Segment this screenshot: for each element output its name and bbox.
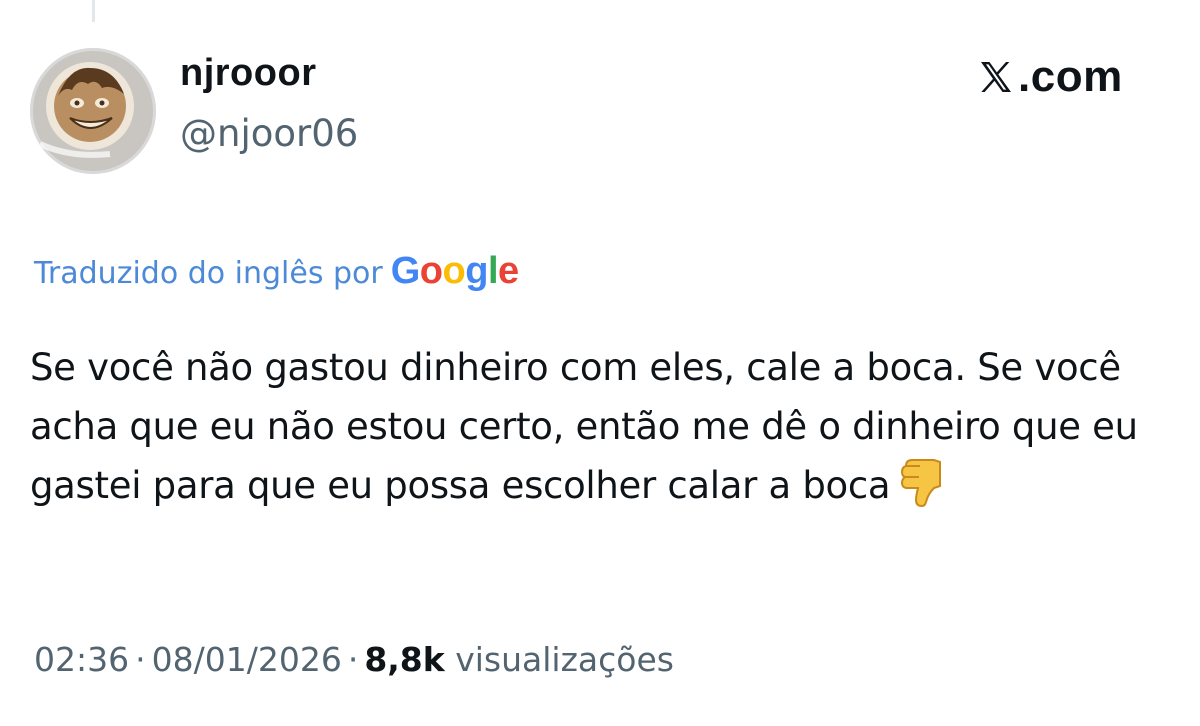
x-brand-logo: .com (976, 52, 1123, 102)
tweet-meta: 02:36 · 08/01/2026 · 8,8k visualizações (34, 640, 674, 679)
tweet-time[interactable]: 02:36 (34, 640, 129, 679)
translation-notice[interactable]: Traduzido do inglês por Google (34, 250, 519, 293)
tweet-text: Se você não gastou dinheiro com eles, ca… (30, 346, 1138, 507)
translation-label: Traduzido do inglês por (34, 256, 383, 291)
x-brand-text: .com (1018, 52, 1123, 101)
views-count: 8,8k (364, 640, 445, 679)
meta-separator: · (135, 640, 146, 679)
author-handle[interactable]: @njoor06 (180, 112, 358, 155)
google-logo: Google (390, 250, 519, 292)
author-display-name[interactable]: njrooor (180, 52, 316, 95)
thumbs-down-emoji-icon (898, 456, 946, 525)
x-logo-icon (981, 62, 1011, 92)
thread-connector-line (92, 0, 95, 22)
meta-separator: · (347, 640, 359, 679)
avatar[interactable] (30, 48, 156, 174)
latte-art-face-avatar-icon (30, 48, 156, 174)
tweet-date[interactable]: 08/01/2026 (152, 640, 342, 679)
views-label: visualizações (455, 640, 674, 679)
tweet-text-container: Se você não gastou dinheiro com eles, ca… (30, 338, 1170, 525)
